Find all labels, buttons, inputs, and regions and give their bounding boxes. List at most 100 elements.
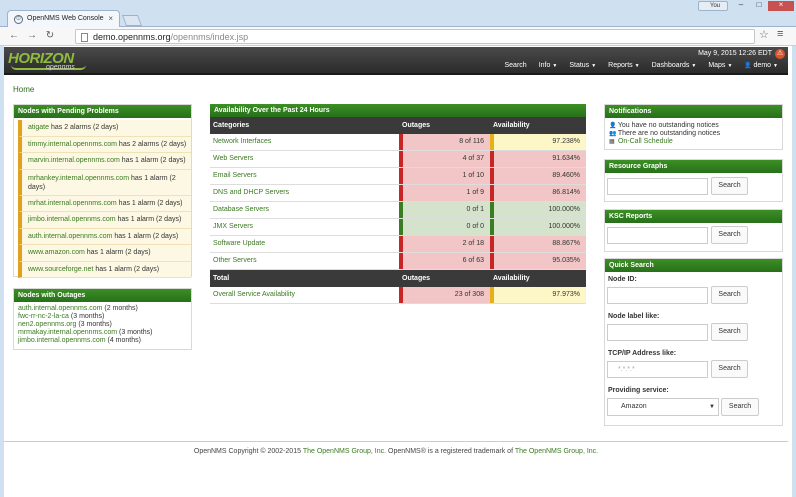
- maximize-icon[interactable]: □: [750, 1, 768, 11]
- category-link[interactable]: Web Servers: [213, 151, 253, 167]
- top-navigation: Search Info ▼ Status ▼ Reports ▼ Dashboards ▼ Map…: [499, 62, 785, 69]
- resource-graphs-title: Resource Graphs: [605, 160, 782, 173]
- outage-item: mrmakay.internal.opennms.com (3 months): [18, 329, 187, 337]
- pending-problems-title: Nodes with Pending Problems: [14, 105, 191, 118]
- pending-node-link[interactable]: jimbo.internal.opennms.com: [28, 216, 116, 223]
- alert-icon[interactable]: ⚠: [775, 49, 785, 59]
- pending-node-link[interactable]: marvin.internal.opennms.com: [28, 157, 120, 164]
- category-outages[interactable]: 1 of 9: [399, 185, 490, 201]
- category-link[interactable]: Other Servers: [213, 253, 257, 269]
- user-icon: 👤: [744, 63, 754, 69]
- nav-item-demo[interactable]: 👤 demo ▼: [738, 62, 784, 69]
- outage-node-link[interactable]: auth.internal.opennms.com: [18, 305, 102, 312]
- bookmark-star-icon[interactable]: ☆: [759, 28, 769, 41]
- pending-node-link[interactable]: atigate: [28, 124, 49, 131]
- category-outages[interactable]: 8 of 116: [399, 134, 490, 150]
- outage-duration: (2 months): [104, 305, 138, 312]
- nav-item-info[interactable]: Info ▼: [533, 62, 564, 69]
- caret-down-icon: ▼: [727, 63, 733, 69]
- resource-graphs-search-button[interactable]: Search: [711, 177, 748, 195]
- category-outages[interactable]: 4 of 37: [399, 151, 490, 167]
- category-outages[interactable]: 2 of 18: [399, 236, 490, 252]
- pending-node-link[interactable]: mrhankey.internal.opennms.com: [28, 175, 129, 182]
- pending-problems-panel: Nodes with Pending Problems atigate has …: [13, 104, 192, 278]
- category-link[interactable]: JMX Servers: [213, 219, 253, 235]
- node-id-search-button[interactable]: Search: [711, 286, 748, 304]
- category-availability: 91.634%: [490, 151, 586, 167]
- minimize-icon[interactable]: –: [732, 1, 750, 11]
- outage-node-link[interactable]: fwc-rr-nc-2-la-ca: [18, 313, 69, 320]
- category-outages[interactable]: 1 of 10: [399, 168, 490, 184]
- node-id-input[interactable]: [607, 287, 708, 304]
- calendar-icon: ▦: [609, 139, 615, 145]
- window-close-icon[interactable]: ×: [768, 1, 794, 11]
- browser-window: ⊙ OpenNMS Web Console × You – □ × ← → ↻ …: [0, 0, 796, 497]
- breadcrumb-home[interactable]: Home: [13, 85, 34, 94]
- footer-link-opennms-group[interactable]: The OpenNMS Group, Inc.: [303, 448, 386, 455]
- node-label-search-button[interactable]: Search: [711, 323, 748, 341]
- on-call-schedule-link[interactable]: On-Call Schedule: [618, 138, 673, 145]
- nav-item-maps[interactable]: Maps ▼: [702, 62, 738, 69]
- pending-problem-row: www.sourceforge.net has 1 alarm (2 days): [18, 261, 191, 278]
- reload-icon[interactable]: ↻: [44, 30, 56, 42]
- service-search-button[interactable]: Search: [721, 398, 759, 416]
- category-link[interactable]: Network Interfaces: [213, 134, 271, 150]
- back-arrow-icon[interactable]: ←: [8, 30, 20, 42]
- service-label: Providing service:: [608, 387, 669, 394]
- total-outages[interactable]: 23 of 308: [399, 287, 490, 303]
- outage-node-link[interactable]: mrmakay.internal.opennms.com: [18, 329, 117, 336]
- availability-row: JMX Servers 0 of 0 100.000%: [210, 219, 586, 236]
- service-select[interactable]: Amazon ▼: [607, 398, 719, 416]
- browser-menu-icon[interactable]: ≡: [777, 28, 783, 40]
- availability-row: DNS and DHCP Servers 1 of 9 86.814%: [210, 185, 586, 202]
- nav-item-reports[interactable]: Reports ▼: [602, 62, 645, 69]
- pending-problem-row: auth.internal.opennms.com has 1 alarm (2…: [18, 228, 191, 245]
- total-category-link[interactable]: Overall Service Availability: [213, 287, 295, 303]
- category-link[interactable]: Database Servers: [213, 202, 269, 218]
- footer-link-opennms-group-2[interactable]: The OpenNMS Group, Inc.: [515, 448, 598, 455]
- category-link[interactable]: DNS and DHCP Servers: [213, 185, 289, 201]
- profile-badge[interactable]: You: [698, 1, 728, 11]
- caret-down-icon: ▼: [591, 63, 597, 69]
- ksc-reports-input[interactable]: [607, 227, 708, 244]
- pending-node-link[interactable]: auth.internal.opennms.com: [28, 233, 112, 240]
- ksc-reports-search-button[interactable]: Search: [711, 226, 748, 244]
- outage-node-link[interactable]: nen2.opennms.org: [18, 321, 76, 328]
- footer-copyright: OpenNMS Copyright © 2002-2015 The OpenNM…: [193, 448, 599, 455]
- ip-address-search-button[interactable]: Search: [711, 360, 748, 378]
- notification-item[interactable]: ▦ On-Call Schedule: [605, 138, 782, 146]
- col-outages: Outages: [402, 122, 431, 129]
- outage-node-link[interactable]: jimbo.internal.opennms.com: [18, 337, 106, 344]
- new-tab-button[interactable]: [121, 15, 143, 26]
- category-outages[interactable]: 0 of 1: [399, 202, 490, 218]
- pending-node-link[interactable]: timmy.internal.opennms.com: [28, 141, 117, 148]
- outage-item: fwc-rr-nc-2-la-ca (3 months): [18, 313, 187, 321]
- notifications-list: 👤 You have no outstanding notices 👥 There…: [605, 118, 782, 146]
- pending-node-link[interactable]: www.amazon.com: [28, 249, 85, 256]
- category-outages[interactable]: 6 of 63: [399, 253, 490, 269]
- col-total: Total: [213, 275, 230, 282]
- url-input[interactable]: demo.opennms.org/opennms/index.jsp: [75, 29, 755, 44]
- category-outages[interactable]: 0 of 0: [399, 219, 490, 235]
- nav-item-status[interactable]: Status ▼: [563, 62, 602, 69]
- horizon-logo[interactable]: HORIZON opennms: [8, 50, 88, 72]
- category-link[interactable]: Software Update: [213, 236, 265, 252]
- col-categories: Categories: [213, 122, 250, 129]
- nav-item-search[interactable]: Search: [499, 62, 533, 69]
- window-titlebar: ⊙ OpenNMS Web Console × You – □ ×: [0, 0, 796, 27]
- nav-item-dashboards[interactable]: Dashboards ▼: [646, 62, 703, 69]
- node-label-input[interactable]: [607, 324, 708, 341]
- ip-address-input[interactable]: *.*.*.*: [607, 361, 708, 378]
- ip-address-label: TCP/IP Address like:: [608, 350, 677, 357]
- pending-node-link[interactable]: mrhat.internal.opennms.com: [28, 200, 117, 207]
- tab-close-icon[interactable]: ×: [108, 14, 113, 23]
- category-link[interactable]: Email Servers: [213, 168, 257, 184]
- browser-tab[interactable]: ⊙ OpenNMS Web Console ×: [7, 10, 120, 27]
- pending-node-link[interactable]: www.sourceforge.net: [28, 266, 93, 273]
- outages-panel: Nodes with Outages auth.internal.opennms…: [13, 288, 192, 350]
- category-availability: 88.867%: [490, 236, 586, 252]
- page-icon: [81, 33, 88, 42]
- resource-graphs-input[interactable]: [607, 178, 708, 195]
- opennms-favicon-icon: ⊙: [14, 15, 23, 24]
- forward-arrow-icon[interactable]: →: [26, 30, 38, 42]
